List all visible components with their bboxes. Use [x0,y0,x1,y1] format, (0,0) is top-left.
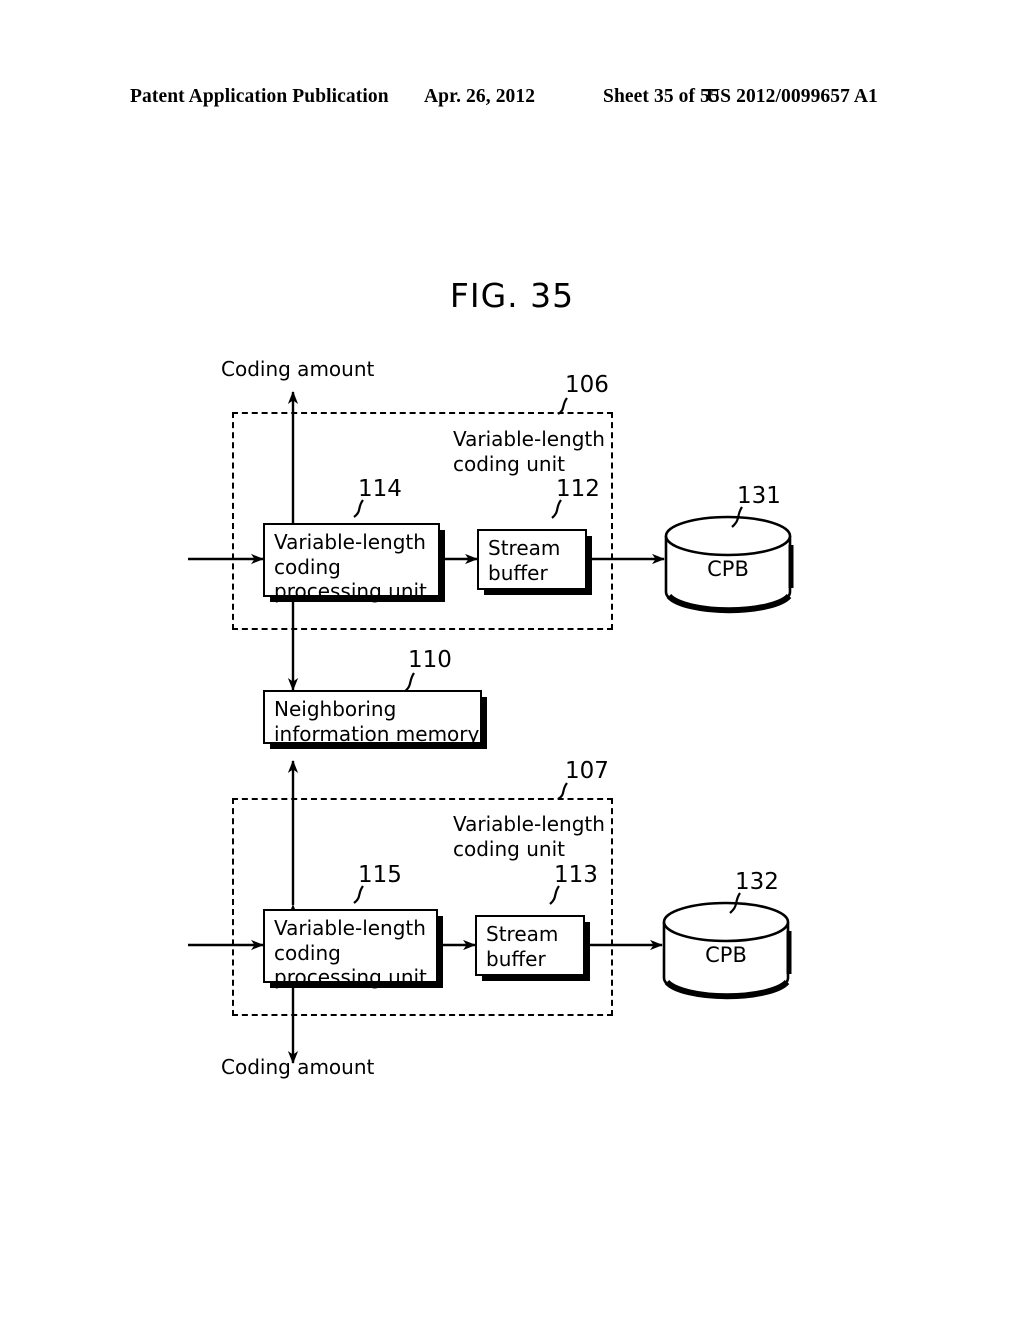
ref-number-113: 113 [554,862,598,888]
block-112-line2: buffer [488,560,548,585]
block-113-line2: buffer [486,946,546,971]
block-110-line1: Neighboring [274,697,397,721]
block-113-line1: Stream [486,922,559,946]
ref-number-106: 106 [565,372,609,398]
block-114-line1: Variable-length [274,530,426,554]
block-110-line2: information memory [274,721,480,746]
block-115-line1: Variable-length [274,916,426,940]
block-variable-length-coding-processing-unit-115[interactable]: Variable-length coding processing unit [263,909,438,989]
group-title-107-line1: Variable-length [453,812,605,836]
label-coding-amount-bottom: Coding amount [221,1055,375,1079]
block-112-line1: Stream [488,536,561,560]
ref-number-112: 112 [556,476,600,502]
block-variable-length-coding-processing-unit-114[interactable]: Variable-length coding processing unit [263,523,440,603]
cylinder-label-cpb-132: CPB [705,943,747,967]
label-coding-amount-top: Coding amount [221,357,375,381]
block-114-line2: coding [274,554,341,579]
ref-number-114: 114 [358,476,402,502]
block-stream-buffer-112[interactable]: Stream buffer [477,529,587,590]
cylinder-label-cpb-131: CPB [707,557,749,581]
block-115-line2: coding [274,940,341,965]
block-stream-buffer-113[interactable]: Stream buffer [475,915,585,976]
group-title-106-line1: Variable-length [453,427,605,451]
ref-number-131: 131 [737,483,781,509]
block-diagram: Coding amount Variable-length coding uni… [0,0,1024,1320]
block-115-line3: processing unit [274,965,427,989]
ref-number-132: 132 [735,869,779,895]
group-title-106-line2: coding unit [453,452,565,476]
diagram-connectors [188,391,794,1064]
group-title-107-line2: coding unit [453,837,565,861]
ref-number-110: 110 [408,647,452,673]
ref-number-107: 107 [565,758,609,784]
leader-line-107 [557,782,568,800]
block-neighboring-information-memory-110[interactable]: Neighboring information memory [263,690,482,746]
ref-number-115: 115 [358,862,402,888]
block-114-line3: processing unit [274,579,427,603]
